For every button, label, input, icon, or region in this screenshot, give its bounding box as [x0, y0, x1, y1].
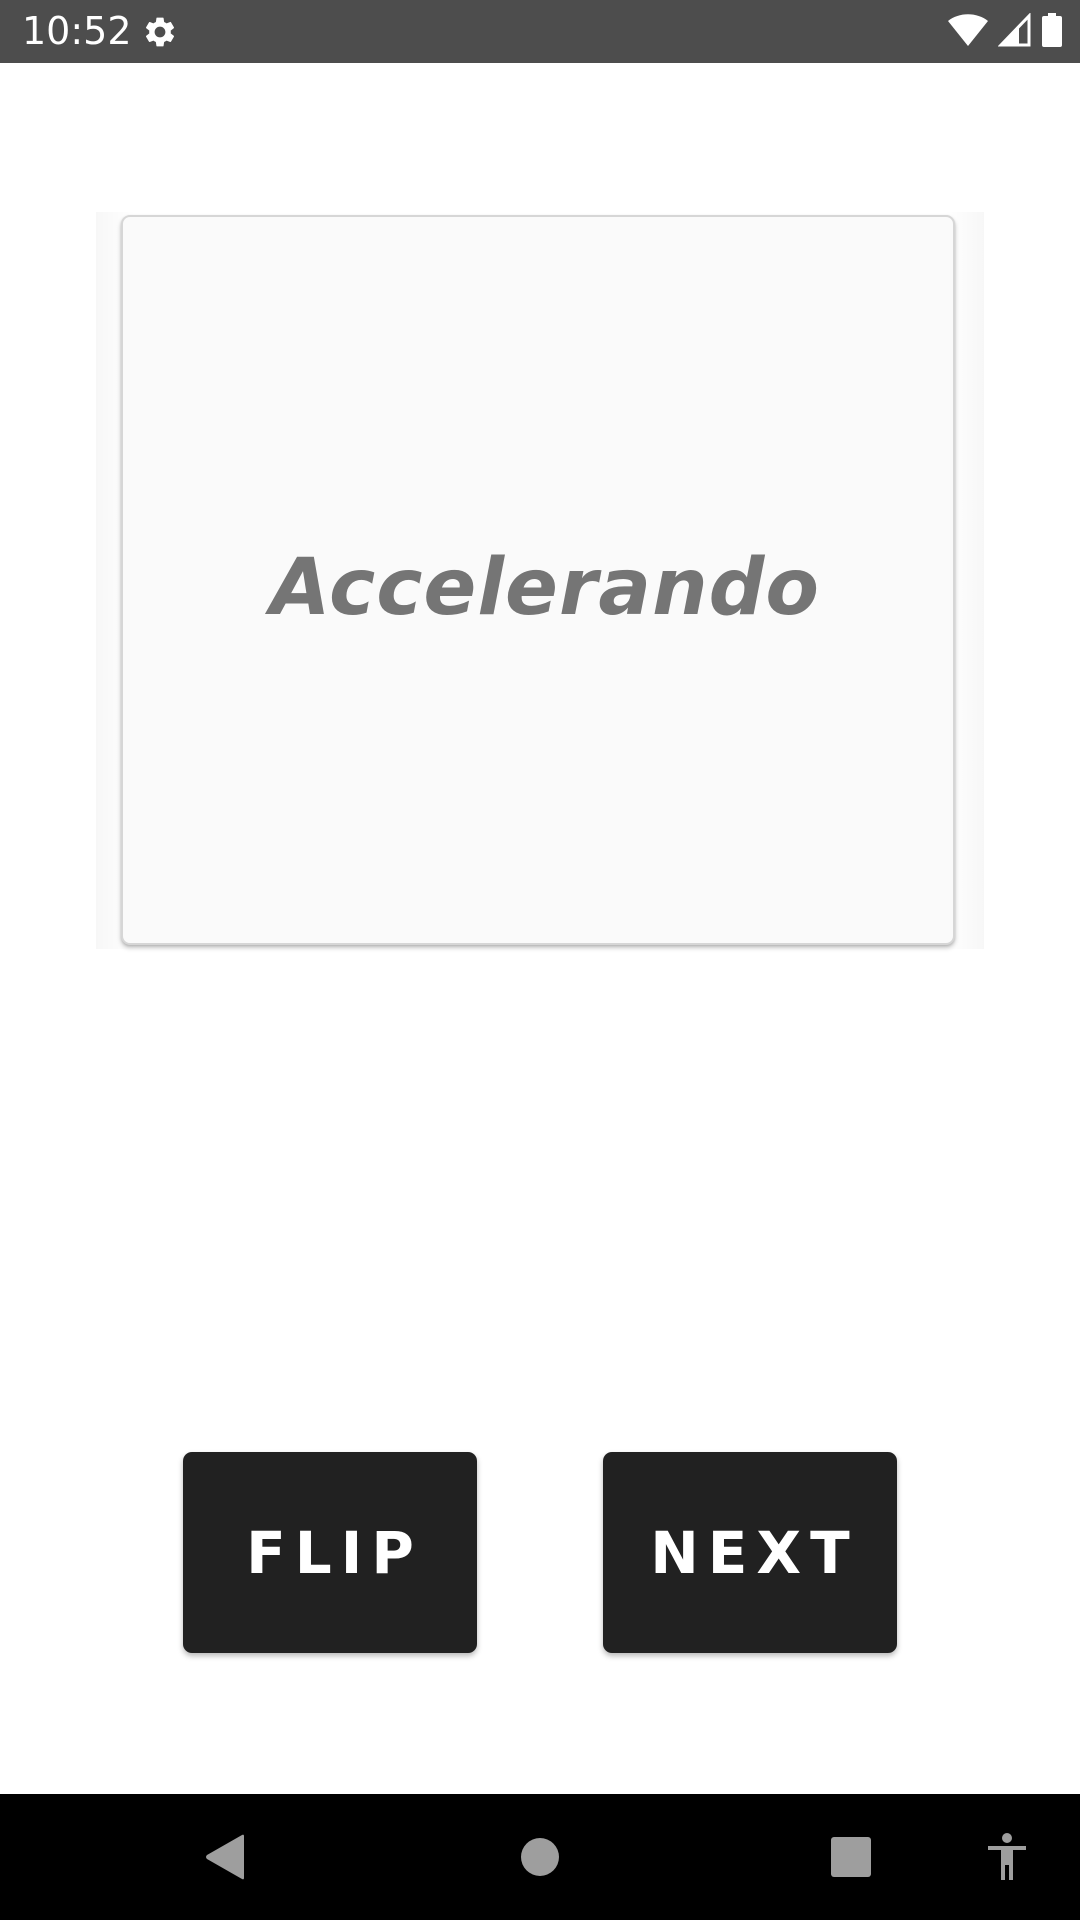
status-icons — [948, 11, 1062, 52]
recents-icon[interactable] — [816, 1794, 886, 1920]
flip-button[interactable]: FLIP — [183, 1452, 477, 1653]
wifi-icon — [948, 13, 988, 52]
navigation-bar — [0, 1794, 1080, 1920]
status-time: 10:52 — [22, 9, 132, 53]
flashcard-term: Accelerando — [269, 542, 821, 633]
next-button[interactable]: NEXT — [603, 1452, 897, 1653]
accessibility-icon[interactable] — [972, 1794, 1042, 1920]
flashcard[interactable]: Accelerando — [121, 215, 955, 945]
status-bar: 10:52 — [0, 0, 1080, 63]
battery-icon — [1042, 12, 1062, 52]
signal-icon — [997, 11, 1032, 52]
back-icon[interactable] — [190, 1794, 260, 1920]
gear-icon — [142, 14, 178, 50]
home-icon[interactable] — [505, 1794, 575, 1920]
